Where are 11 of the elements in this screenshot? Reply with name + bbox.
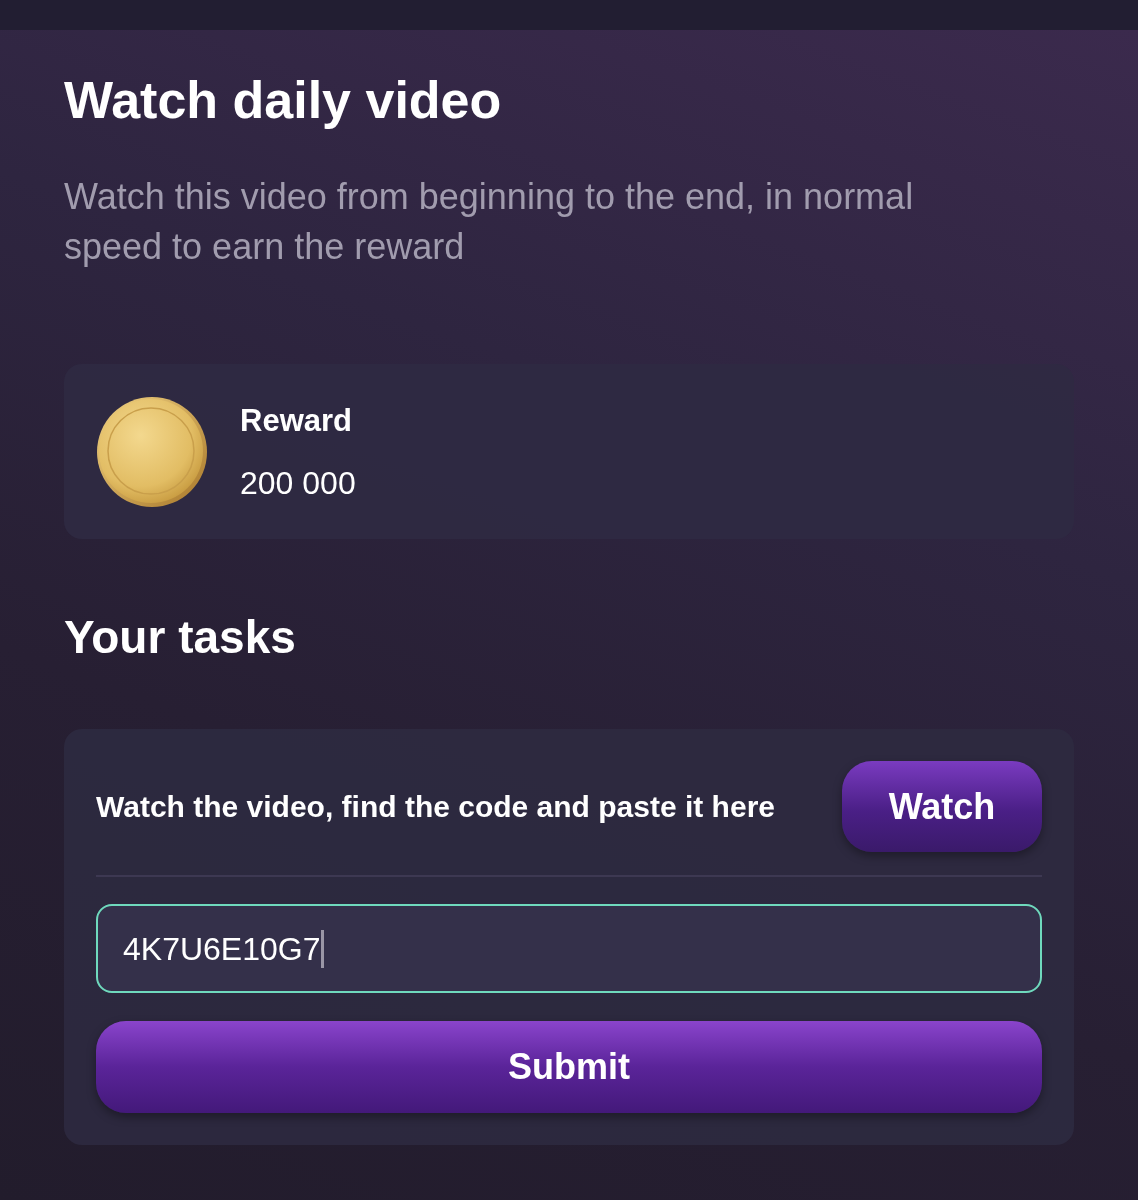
tasks-heading: Your tasks xyxy=(64,610,297,665)
page-title: Watch daily video xyxy=(64,70,503,131)
code-input-field[interactable]: 4K7U6E10G7 xyxy=(96,904,1042,993)
page-description: Watch this video from beginning to the end, in normal speed to earn the reward xyxy=(64,175,915,269)
reward-label: Reward xyxy=(240,401,353,440)
submit-button[interactable]: Submit xyxy=(96,1021,1042,1113)
reward-amount: 200 000 xyxy=(240,463,356,502)
task-instruction: Watch the video, find the code and paste it here xyxy=(96,788,775,825)
coin-icon xyxy=(96,395,208,508)
text-cursor-icon xyxy=(321,929,325,968)
watch-button[interactable]: Watch xyxy=(842,761,1042,852)
